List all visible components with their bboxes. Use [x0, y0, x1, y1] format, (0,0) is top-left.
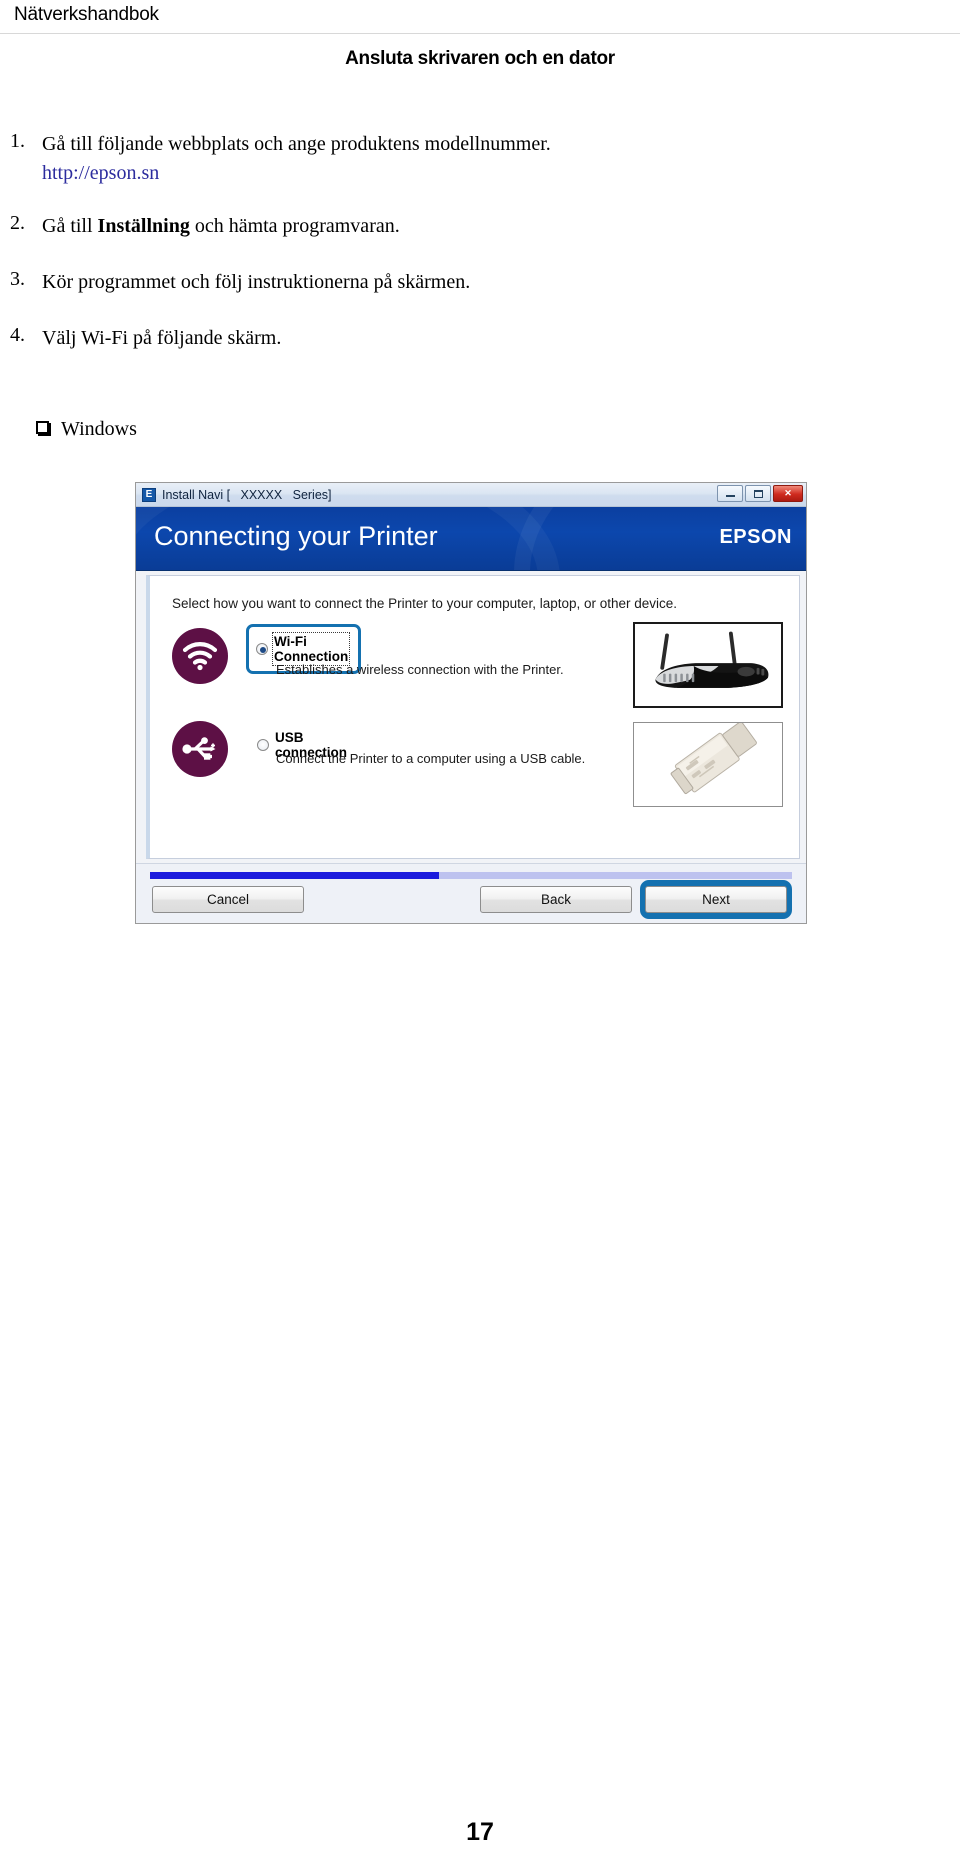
instruction-text: Select how you want to connect the Print…	[172, 596, 678, 611]
page-number: 17	[466, 1818, 494, 1846]
platform-bullet: Windows	[0, 415, 960, 443]
step-text-bold: Inställning	[97, 215, 190, 237]
usb-radio[interactable]	[257, 739, 269, 751]
dialog-content: Select how you want to connect the Print…	[136, 571, 806, 863]
running-head: Nätverkshandbok	[14, 4, 159, 25]
dialog-banner: Connecting your Printer EPSON	[136, 507, 806, 571]
usb-cable-image	[633, 722, 783, 807]
list-item: 3. Kör programmet och följ instruktioner…	[0, 268, 960, 296]
epson-logo: EPSON	[719, 526, 792, 548]
wireless-router-image	[633, 622, 783, 708]
step-number: 4.	[10, 324, 25, 346]
epson-setup-link[interactable]: http://epson.sn	[42, 162, 159, 184]
maximize-icon[interactable]	[745, 485, 771, 502]
step-text: Välj Wi-Fi på följande skärm.	[42, 327, 282, 349]
back-button[interactable]: Back	[480, 886, 632, 913]
progress-bar-fill	[150, 872, 439, 879]
wifi-description: Establishes a wireless connection with t…	[276, 662, 564, 677]
install-navi-screenshot: E Install Navi [ XXXXX Series] ✕ Connect…	[135, 482, 807, 924]
platform-label: Windows	[61, 418, 137, 440]
minimize-icon[interactable]	[717, 485, 743, 502]
dialog-titlebar: E Install Navi [ XXXXX Series] ✕	[136, 483, 806, 507]
install-navi-dialog: E Install Navi [ XXXXX Series] ✕ Connect…	[135, 482, 807, 924]
dialog-title: Install Navi [ XXXXX Series]	[162, 487, 332, 502]
window-controls: ✕	[717, 485, 803, 502]
next-button[interactable]: Next	[645, 886, 787, 913]
step-number: 3.	[10, 268, 25, 290]
banner-heading: Connecting your Printer	[154, 521, 438, 551]
wifi-radio-label: Wi-Fi Connection	[271, 632, 351, 666]
header-divider	[0, 33, 960, 34]
list-item: 4. Välj Wi-Fi på följande skärm.	[0, 324, 960, 352]
wifi-radio[interactable]	[256, 643, 268, 655]
dialog-content-panel: Select how you want to connect the Print…	[146, 575, 800, 859]
step-text-before: Gå till	[42, 215, 98, 237]
usb-icon	[172, 721, 228, 777]
square-bullet-icon	[36, 421, 49, 434]
cancel-button[interactable]: Cancel	[152, 886, 304, 913]
step-number: 2.	[10, 212, 25, 234]
progress-bar	[150, 872, 792, 879]
usb-description: Connect the Printer to a computer using …	[276, 751, 586, 766]
next-button-focus-ring: Next	[640, 880, 792, 919]
step-text: Gå till följande webbplats och ange prod…	[42, 133, 551, 155]
page-title: Ansluta skrivaren och en dator	[345, 48, 615, 69]
step-number: 1.	[10, 130, 25, 152]
step-link-row: http://epson.sn	[0, 158, 960, 188]
app-icon: E	[142, 487, 156, 502]
instruction-list: 1. Gå till följande webbplats och ange p…	[0, 130, 960, 352]
close-icon[interactable]: ✕	[773, 485, 803, 502]
list-item: 2. Gå till Inställning och hämta program…	[0, 212, 960, 240]
step-text: Kör programmet och följ instruktionerna …	[42, 271, 471, 293]
step-text-after: och hämta programvaran.	[189, 215, 400, 237]
wifi-icon	[172, 628, 228, 684]
list-item: 1. Gå till följande webbplats och ange p…	[0, 130, 960, 158]
step-text: Gå till Inställning och hämta programvar…	[42, 215, 400, 237]
dialog-footer: Cancel Back Next	[136, 863, 806, 923]
